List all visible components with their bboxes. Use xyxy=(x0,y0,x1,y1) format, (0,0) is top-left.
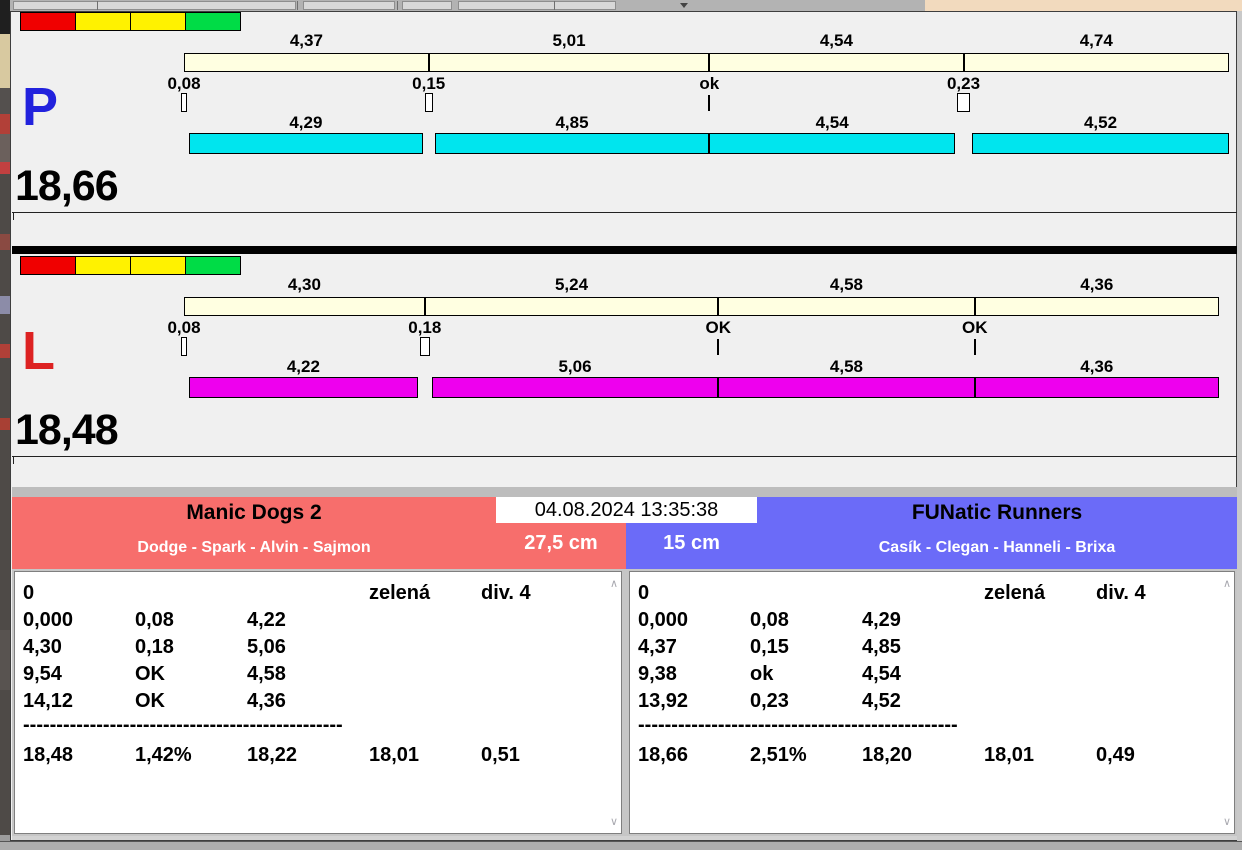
result-cell: 0,000 xyxy=(638,609,688,632)
result-cell: 4,29 xyxy=(862,609,901,632)
dog-time-bar xyxy=(189,377,418,398)
legend-cell xyxy=(75,256,131,275)
result-cell: 0,08 xyxy=(750,609,789,632)
pass-time-label: OK xyxy=(930,318,1020,338)
ruler-line xyxy=(12,456,1237,457)
result-cell: 0,15 xyxy=(750,636,789,659)
split-bar-divider xyxy=(974,297,976,316)
result-cell: 4,30 xyxy=(23,636,62,659)
dog-time-bar xyxy=(718,377,974,398)
team-members-right: Casík - Clegan - Hanneli - Brixa xyxy=(757,539,1237,557)
result-total-cell: 1,42% xyxy=(135,744,192,767)
footer-bar xyxy=(0,841,1242,850)
result-cell: div. 4 xyxy=(481,582,531,605)
pass-time-label: 0,18 xyxy=(380,318,470,338)
datetime-box: 04.08.2024 13:35:38 xyxy=(496,497,757,523)
result-cell: OK xyxy=(135,690,165,713)
pass-interval-marker xyxy=(181,337,187,356)
jump-height-right: 15 cm xyxy=(626,524,757,562)
lane-divider-bar xyxy=(12,246,1237,254)
ruler-tick xyxy=(13,457,14,464)
result-total-cell: 0,51 xyxy=(481,744,520,767)
scroll-down-icon[interactable]: ∨ xyxy=(1223,816,1231,827)
result-cell: 4,54 xyxy=(862,663,901,686)
result-total-cell: 18,01 xyxy=(369,744,419,767)
result-total-cell: 18,66 xyxy=(638,744,688,767)
result-cell: 0 xyxy=(23,582,34,605)
scroll-down-icon[interactable]: ∨ xyxy=(610,816,618,827)
result-total-cell: 18,48 xyxy=(23,744,73,767)
result-cell: 0 xyxy=(638,582,649,605)
window-bottom-strip xyxy=(12,836,1237,840)
dog-time-bar xyxy=(432,377,718,398)
result-cell: 0,000 xyxy=(23,609,73,632)
screen: 4,375,014,544,740,080,15ok0,234,294,854,… xyxy=(0,0,1242,850)
result-cell: 4,85 xyxy=(862,636,901,659)
result-cell: 4,58 xyxy=(247,663,286,686)
pass-ok-marker xyxy=(974,339,976,355)
team-name-right: FUNatic Runners xyxy=(757,501,1237,525)
jump-height-left: 27,5 cm xyxy=(496,524,626,562)
result-cell: 14,12 xyxy=(23,690,73,713)
result-cell: zelená xyxy=(369,582,430,605)
split-time-label: 5,24 xyxy=(425,275,718,295)
result-cell: 4,37 xyxy=(638,636,677,659)
pass-time-label: OK xyxy=(673,318,763,338)
team-members-left: Dodge - Spark - Alvin - Sajmon xyxy=(12,539,496,557)
result-text-area-left[interactable]: ∧ ∨ 0 zelená div. 4 0,000 0,08 4,22 4,30 0,18 5,… xyxy=(14,571,622,834)
result-separator: ----------------------------------------… xyxy=(23,714,343,737)
result-cell: 9,38 xyxy=(638,663,677,686)
result-cell: div. 4 xyxy=(1096,582,1146,605)
team-name-left: Manic Dogs 2 xyxy=(12,501,496,525)
scroll-up-icon[interactable]: ∧ xyxy=(610,578,618,589)
result-total-cell: 0,49 xyxy=(1096,744,1135,767)
dog-time-label: 4,58 xyxy=(718,357,974,377)
result-cell: OK xyxy=(135,663,165,686)
legend-cell xyxy=(185,256,241,275)
dog-time-label: 4,22 xyxy=(189,357,418,377)
dog-time-bar xyxy=(975,377,1219,398)
result-cell: 4,22 xyxy=(247,609,286,632)
results-top-band xyxy=(12,487,1237,497)
result-cell: 0,23 xyxy=(750,690,789,713)
result-cell: 4,52 xyxy=(862,690,901,713)
result-total-cell: 18,22 xyxy=(247,744,297,767)
result-cell: 4,36 xyxy=(247,690,286,713)
result-cell: ok xyxy=(750,663,773,686)
result-cell: 13,92 xyxy=(638,690,688,713)
result-cell: 9,54 xyxy=(23,663,62,686)
lane-total-time: 18,48 xyxy=(15,406,118,455)
dog-time-label: 4,36 xyxy=(975,357,1219,377)
result-cell: 0,08 xyxy=(135,609,174,632)
scroll-up-icon[interactable]: ∧ xyxy=(1223,578,1231,589)
legend-cell xyxy=(130,256,186,275)
result-total-cell: 18,01 xyxy=(984,744,1034,767)
result-total-cell: 2,51% xyxy=(750,744,807,767)
datetime-text: 04.08.2024 13:35:38 xyxy=(535,499,719,521)
result-separator: ----------------------------------------… xyxy=(638,714,958,737)
pass-time-label: 0,08 xyxy=(139,318,229,338)
legend-cell xyxy=(20,256,76,275)
pass-interval-marker xyxy=(420,337,430,356)
result-cell: 0,18 xyxy=(135,636,174,659)
result-cell: 5,06 xyxy=(247,636,286,659)
split-bar xyxy=(184,297,1219,316)
result-text-area-right[interactable]: ∧ ∨ 0 zelená div. 4 0,000 0,08 4,29 4,37 0,15 4,… xyxy=(629,571,1235,834)
result-total-cell: 18,20 xyxy=(862,744,912,767)
result-cell: zelená xyxy=(984,582,1045,605)
dog-time-label: 5,06 xyxy=(432,357,718,377)
lane-letter: L xyxy=(22,320,55,382)
split-time-label: 4,30 xyxy=(184,275,425,295)
split-time-label: 4,58 xyxy=(718,275,974,295)
split-bar-divider xyxy=(424,297,426,316)
split-time-label: 4,36 xyxy=(975,275,1219,295)
pass-ok-marker xyxy=(717,339,719,355)
split-bar-divider xyxy=(717,297,719,316)
